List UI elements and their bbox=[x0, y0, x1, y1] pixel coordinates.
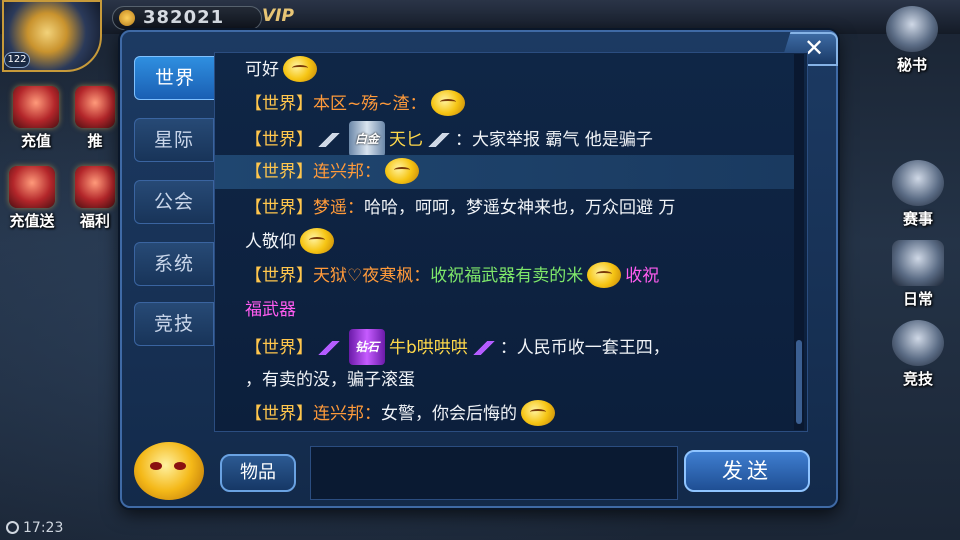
send-button[interactable]: 发送 bbox=[684, 450, 810, 492]
message-text-pink: 福武器 bbox=[245, 300, 296, 320]
emoji-icon bbox=[430, 90, 465, 116]
sender-name[interactable]: 天狱♡夜寒枫： bbox=[313, 266, 430, 286]
wing-right-icon bbox=[471, 341, 496, 355]
daily-icon-button[interactable]: 日常 bbox=[886, 240, 950, 309]
chat-message: 【世界】 钻石 牛b哄哄哄 ：人民币收一套王四， bbox=[215, 329, 795, 365]
arena-icon-button[interactable]: 竞技 bbox=[886, 320, 950, 389]
daily-label: 日常 bbox=[902, 290, 933, 308]
diamond-badge: 钻石 bbox=[349, 329, 386, 365]
recharge-bonus-icon-button[interactable]: 充值送 bbox=[2, 166, 62, 231]
chat-message-continuation: ，有卖的没，骗子滚蛋 bbox=[215, 363, 795, 397]
welfare-gift-icon bbox=[75, 166, 115, 208]
book-icon bbox=[892, 240, 944, 286]
recharge-bonus-label: 充值送 bbox=[9, 212, 55, 230]
clock-bar: 17:23 bbox=[0, 516, 120, 540]
wing-left-icon bbox=[317, 341, 341, 355]
tab-arena[interactable]: 竞技 bbox=[134, 302, 214, 346]
secretary-portrait-icon bbox=[886, 6, 938, 52]
chat-message-highlighted: 【世界】连兴邦： bbox=[215, 155, 795, 189]
arena-label: 竞技 bbox=[902, 370, 933, 388]
sender-name[interactable]: 连兴邦： bbox=[313, 162, 381, 182]
message-text-pink: 收祝 bbox=[625, 266, 660, 286]
scroll-thumb[interactable] bbox=[796, 340, 802, 424]
emoji-icon bbox=[385, 158, 419, 184]
chat-message-continuation: 福武器 bbox=[215, 293, 795, 327]
message-text: 收祝福武器有卖的米 bbox=[430, 266, 584, 286]
channel-tag: 【世界】 bbox=[245, 338, 313, 358]
gold-counter: 382021 bbox=[112, 6, 262, 30]
promo-icon-button[interactable]: 推 bbox=[70, 86, 120, 151]
channel-tag: 【世界】 bbox=[245, 404, 313, 424]
items-button[interactable]: 物品 bbox=[220, 454, 296, 492]
vs-icon bbox=[892, 320, 944, 366]
emoji-icon bbox=[521, 400, 555, 426]
chat-message: 【世界】梦遥：哈哈，呵呵，梦遥女神来也，万众回避 万 bbox=[215, 191, 795, 225]
sender-name[interactable]: 牛b哄哄哄 bbox=[389, 338, 468, 358]
sender-name[interactable]: 连兴邦： bbox=[313, 404, 381, 424]
message-text: ：人民币收一套王四， bbox=[499, 338, 670, 358]
chat-message: 【世界】连兴邦：女警，你会后悔的 bbox=[215, 397, 795, 431]
message-text: 哈哈，呵呵，梦遥女神来也，万众回避 万 bbox=[364, 198, 676, 218]
message-text: ，有卖的没，骗子滚蛋 bbox=[245, 370, 415, 390]
tournament-label: 赛事 bbox=[902, 210, 933, 228]
channel-tag: 【世界】 bbox=[245, 130, 313, 150]
channel-tag: 【世界】 bbox=[245, 162, 313, 182]
secretary-icon-button[interactable]: 秘书 bbox=[880, 6, 944, 75]
message-text: ：大家举报 霸气 他是骗子 bbox=[455, 130, 653, 150]
tab-interstellar[interactable]: 星际 bbox=[134, 118, 214, 162]
channel-tag: 【世界】 bbox=[245, 198, 313, 218]
chat-message: 【世界】本区~殇~渣： bbox=[215, 87, 795, 121]
welfare-label: 福利 bbox=[79, 212, 110, 230]
emoji-icon bbox=[283, 56, 317, 82]
chat-scrollbar[interactable] bbox=[794, 54, 804, 430]
sender-name[interactable]: 梦遥： bbox=[313, 198, 364, 218]
chat-message-list[interactable]: 可好 【世界】本区~殇~渣： 【世界】 白金 天匕 ：大家举报 霸气 他是骗子 【世界… bbox=[214, 52, 808, 432]
crossed-swords-icon bbox=[892, 160, 944, 206]
player-level: 122 bbox=[4, 52, 30, 68]
promo-label: 推 bbox=[87, 132, 103, 150]
chat-message: 【世界】天狱♡夜寒枫：收祝福武器有卖的米 收祝 bbox=[215, 259, 795, 293]
chat-message: 【世界】 白金 天匕 ：大家举报 霸气 他是骗子 bbox=[215, 121, 795, 157]
vip-badge[interactable]: VIP bbox=[262, 6, 294, 26]
message-text: 人敬仰 bbox=[245, 232, 296, 252]
clock-time: 17:23 bbox=[23, 520, 64, 536]
welfare-icon-button[interactable]: 福利 bbox=[70, 166, 120, 231]
wing-right-icon bbox=[427, 133, 452, 147]
tab-system[interactable]: 系统 bbox=[134, 242, 214, 286]
tab-guild[interactable]: 公会 bbox=[134, 180, 214, 224]
channel-tag: 【世界】 bbox=[245, 266, 313, 286]
recharge-icon-button[interactable]: 充值 bbox=[6, 86, 66, 151]
message-text: 可好 bbox=[245, 60, 279, 80]
chat-message-continuation: 人敬仰 bbox=[215, 225, 795, 259]
emoji-icon bbox=[300, 228, 334, 254]
tournament-icon-button[interactable]: 赛事 bbox=[886, 160, 950, 229]
recharge-label: 充值 bbox=[20, 132, 51, 150]
chat-message: 可好 bbox=[215, 53, 795, 87]
gift-box-icon bbox=[75, 86, 115, 128]
chat-input[interactable] bbox=[310, 446, 678, 500]
sender-name[interactable]: 本区~殇~渣： bbox=[313, 94, 427, 114]
clock-icon bbox=[6, 521, 19, 534]
sender-name[interactable]: 天匕 bbox=[389, 130, 423, 150]
gift-icon bbox=[13, 86, 59, 128]
secretary-label: 秘书 bbox=[896, 56, 927, 74]
emoji-picker-mascot-icon[interactable] bbox=[134, 442, 204, 500]
wing-left-icon bbox=[317, 133, 341, 147]
channel-tag: 【世界】 bbox=[245, 94, 313, 114]
tab-world[interactable]: 世界 bbox=[134, 56, 216, 100]
platinum-badge: 白金 bbox=[349, 121, 386, 157]
emoji-icon bbox=[587, 262, 622, 288]
message-text: 女警，你会后悔的 bbox=[381, 404, 517, 424]
bonus-chest-icon bbox=[9, 166, 55, 208]
